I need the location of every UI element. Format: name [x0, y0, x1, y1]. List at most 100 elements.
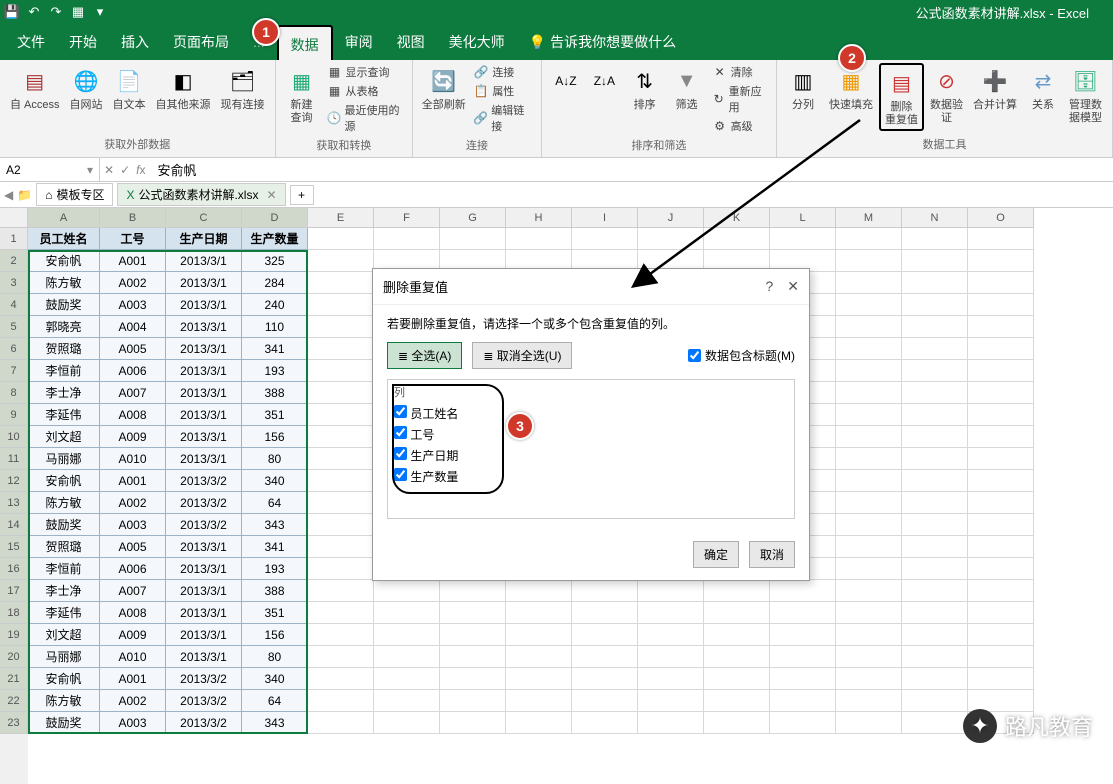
cell[interactable]: [836, 514, 902, 536]
cell[interactable]: [968, 668, 1034, 690]
col-header-M[interactable]: M: [836, 208, 902, 228]
cell[interactable]: [902, 492, 968, 514]
cell[interactable]: [902, 448, 968, 470]
clear-filter-button[interactable]: ✕清除: [709, 63, 770, 81]
cell[interactable]: 325: [242, 250, 308, 272]
cell[interactable]: A002: [100, 492, 166, 514]
cell[interactable]: 鼓励奖: [28, 712, 100, 734]
cell[interactable]: [902, 228, 968, 250]
cell[interactable]: A003: [100, 294, 166, 316]
cell[interactable]: [902, 404, 968, 426]
cell[interactable]: [704, 646, 770, 668]
redo-icon[interactable]: ↷: [48, 4, 64, 20]
cell[interactable]: [374, 602, 440, 624]
cell[interactable]: [308, 294, 374, 316]
edit-links-button[interactable]: 🔗编辑链接: [470, 101, 534, 135]
cell[interactable]: [308, 448, 374, 470]
table-icon[interactable]: ▦: [70, 4, 86, 20]
tab-home[interactable]: 开始: [57, 24, 109, 60]
cell[interactable]: A004: [100, 316, 166, 338]
cell[interactable]: A001: [100, 250, 166, 272]
cell[interactable]: [902, 602, 968, 624]
workbook-tab[interactable]: X公式函数素材讲解.xlsx✕: [117, 183, 285, 206]
cell[interactable]: [572, 602, 638, 624]
row-header[interactable]: 15: [0, 536, 28, 558]
cell[interactable]: 2013/3/1: [166, 316, 242, 338]
properties-button[interactable]: 📋属性: [470, 82, 534, 100]
formula-input[interactable]: 安俞帆: [149, 158, 1113, 181]
select-all-corner[interactable]: [0, 208, 28, 228]
cell[interactable]: [704, 624, 770, 646]
cell[interactable]: [836, 690, 902, 712]
existing-conn-button[interactable]: 🗂现有连接: [217, 63, 269, 114]
cell[interactable]: [374, 580, 440, 602]
cell[interactable]: 340: [242, 668, 308, 690]
cell[interactable]: 李恒前: [28, 558, 100, 580]
cell[interactable]: 李延伟: [28, 602, 100, 624]
cell[interactable]: 李恒前: [28, 360, 100, 382]
cell[interactable]: [374, 712, 440, 734]
cell[interactable]: [506, 228, 572, 250]
cell[interactable]: [836, 382, 902, 404]
col-header-J[interactable]: J: [638, 208, 704, 228]
tab-layout[interactable]: 页面布局: [161, 24, 241, 60]
cell[interactable]: [308, 492, 374, 514]
cell[interactable]: 陈方敏: [28, 492, 100, 514]
cell[interactable]: A001: [100, 668, 166, 690]
row-header[interactable]: 23: [0, 712, 28, 734]
cell[interactable]: [704, 668, 770, 690]
row-header[interactable]: 12: [0, 470, 28, 492]
row-header[interactable]: 20: [0, 646, 28, 668]
cell[interactable]: [638, 624, 704, 646]
cell[interactable]: [440, 668, 506, 690]
cell[interactable]: [572, 580, 638, 602]
recent-sources-button[interactable]: 🕓最近使用的源: [324, 101, 407, 135]
cell[interactable]: [770, 646, 836, 668]
cell[interactable]: A002: [100, 272, 166, 294]
cell[interactable]: 2013/3/1: [166, 272, 242, 294]
cell[interactable]: A010: [100, 646, 166, 668]
cell[interactable]: 2013/3/1: [166, 294, 242, 316]
cell[interactable]: [374, 690, 440, 712]
cell[interactable]: 2013/3/1: [166, 580, 242, 602]
ok-button[interactable]: 确定: [693, 541, 739, 568]
cell[interactable]: 员工姓名: [28, 228, 100, 250]
cell[interactable]: 2013/3/2: [166, 712, 242, 734]
cell[interactable]: [638, 646, 704, 668]
cell[interactable]: [836, 426, 902, 448]
cell[interactable]: 2013/3/1: [166, 338, 242, 360]
confirm-icon[interactable]: ✓: [120, 163, 130, 177]
cell[interactable]: 388: [242, 580, 308, 602]
data-model-button[interactable]: 🗄管理数 据模型: [1065, 63, 1106, 127]
cell[interactable]: [968, 602, 1034, 624]
cell[interactable]: 240: [242, 294, 308, 316]
cell[interactable]: [836, 470, 902, 492]
cell[interactable]: [902, 294, 968, 316]
row-header[interactable]: 2: [0, 250, 28, 272]
cell[interactable]: 2013/3/1: [166, 624, 242, 646]
cell[interactable]: [308, 404, 374, 426]
cell[interactable]: [770, 624, 836, 646]
relationships-button[interactable]: ⇄关系: [1023, 63, 1063, 114]
data-validation-button[interactable]: ⊘数据验 证: [926, 63, 967, 127]
cell[interactable]: A009: [100, 426, 166, 448]
cell[interactable]: [308, 338, 374, 360]
cell[interactable]: 2013/3/1: [166, 558, 242, 580]
cell[interactable]: 284: [242, 272, 308, 294]
cell[interactable]: [308, 690, 374, 712]
cell[interactable]: [308, 558, 374, 580]
cell[interactable]: 2013/3/1: [166, 536, 242, 558]
cell[interactable]: 343: [242, 514, 308, 536]
cell[interactable]: 安俞帆: [28, 250, 100, 272]
cell[interactable]: 156: [242, 624, 308, 646]
cell[interactable]: [440, 580, 506, 602]
close-tab-icon[interactable]: ✕: [266, 188, 276, 202]
new-query-button[interactable]: ▦新建 查询: [282, 63, 322, 127]
cell[interactable]: [836, 580, 902, 602]
cell[interactable]: [968, 228, 1034, 250]
cell[interactable]: [968, 580, 1034, 602]
cell[interactable]: 生产数量: [242, 228, 308, 250]
cell[interactable]: [638, 228, 704, 250]
sort-az-button[interactable]: A↓Z: [548, 63, 584, 99]
cell[interactable]: [902, 426, 968, 448]
